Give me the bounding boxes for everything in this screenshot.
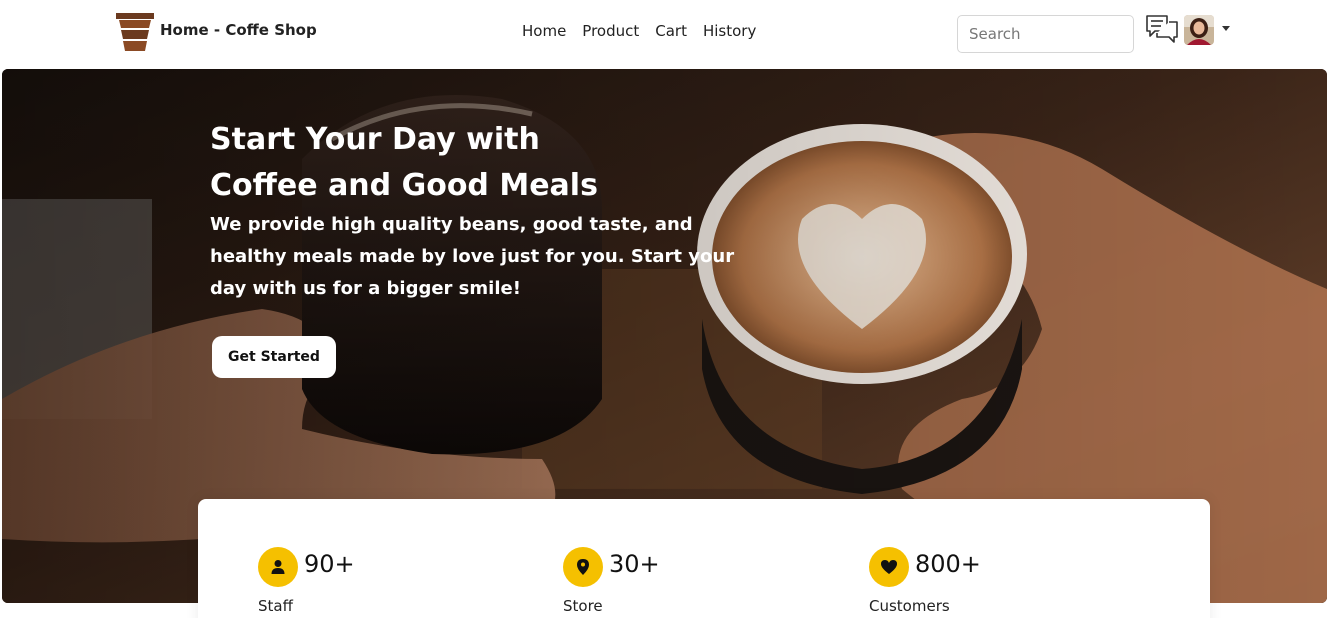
get-started-button[interactable]: Get Started (212, 336, 336, 378)
chat-icon[interactable] (1145, 14, 1179, 46)
nav-cart[interactable]: Cart (655, 22, 687, 40)
brand-title: Home - Coffe Shop (160, 21, 317, 39)
nav-product[interactable]: Product (582, 22, 639, 40)
nav-links: Home Product Cart History (522, 22, 756, 40)
stat-value: 30+ (609, 550, 660, 578)
stats-card: 90+ Staff 30+ Store 800+ Customers (198, 499, 1210, 618)
stat-value: 800+ (915, 550, 981, 578)
hero-title-line-1: Start Your Day with (210, 122, 540, 157)
person-icon (258, 547, 298, 587)
navbar: Home - Coffe Shop Home Product Cart Hist… (0, 0, 1344, 68)
chevron-down-icon[interactable] (1222, 26, 1230, 31)
heart-icon (869, 547, 909, 587)
hero-title: Start Your Day with Coffee and Good Meal… (210, 117, 810, 209)
avatar[interactable] (1184, 15, 1214, 45)
stat-value: 90+ (304, 550, 355, 578)
nav-home[interactable]: Home (522, 22, 566, 40)
hero-description: We provide high quality beans, good tast… (210, 214, 735, 299)
brand[interactable]: Home - Coffe Shop (114, 12, 317, 52)
nav-history[interactable]: History (703, 22, 756, 40)
search-input[interactable] (957, 15, 1134, 53)
location-pin-icon (563, 547, 603, 587)
coffee-cup-icon (114, 12, 156, 52)
stat-label: Customers (869, 597, 950, 615)
stat-label: Store (563, 597, 603, 615)
hero-title-line-2: Coffee and Good Meals (210, 168, 598, 203)
stat-label: Staff (258, 597, 293, 615)
